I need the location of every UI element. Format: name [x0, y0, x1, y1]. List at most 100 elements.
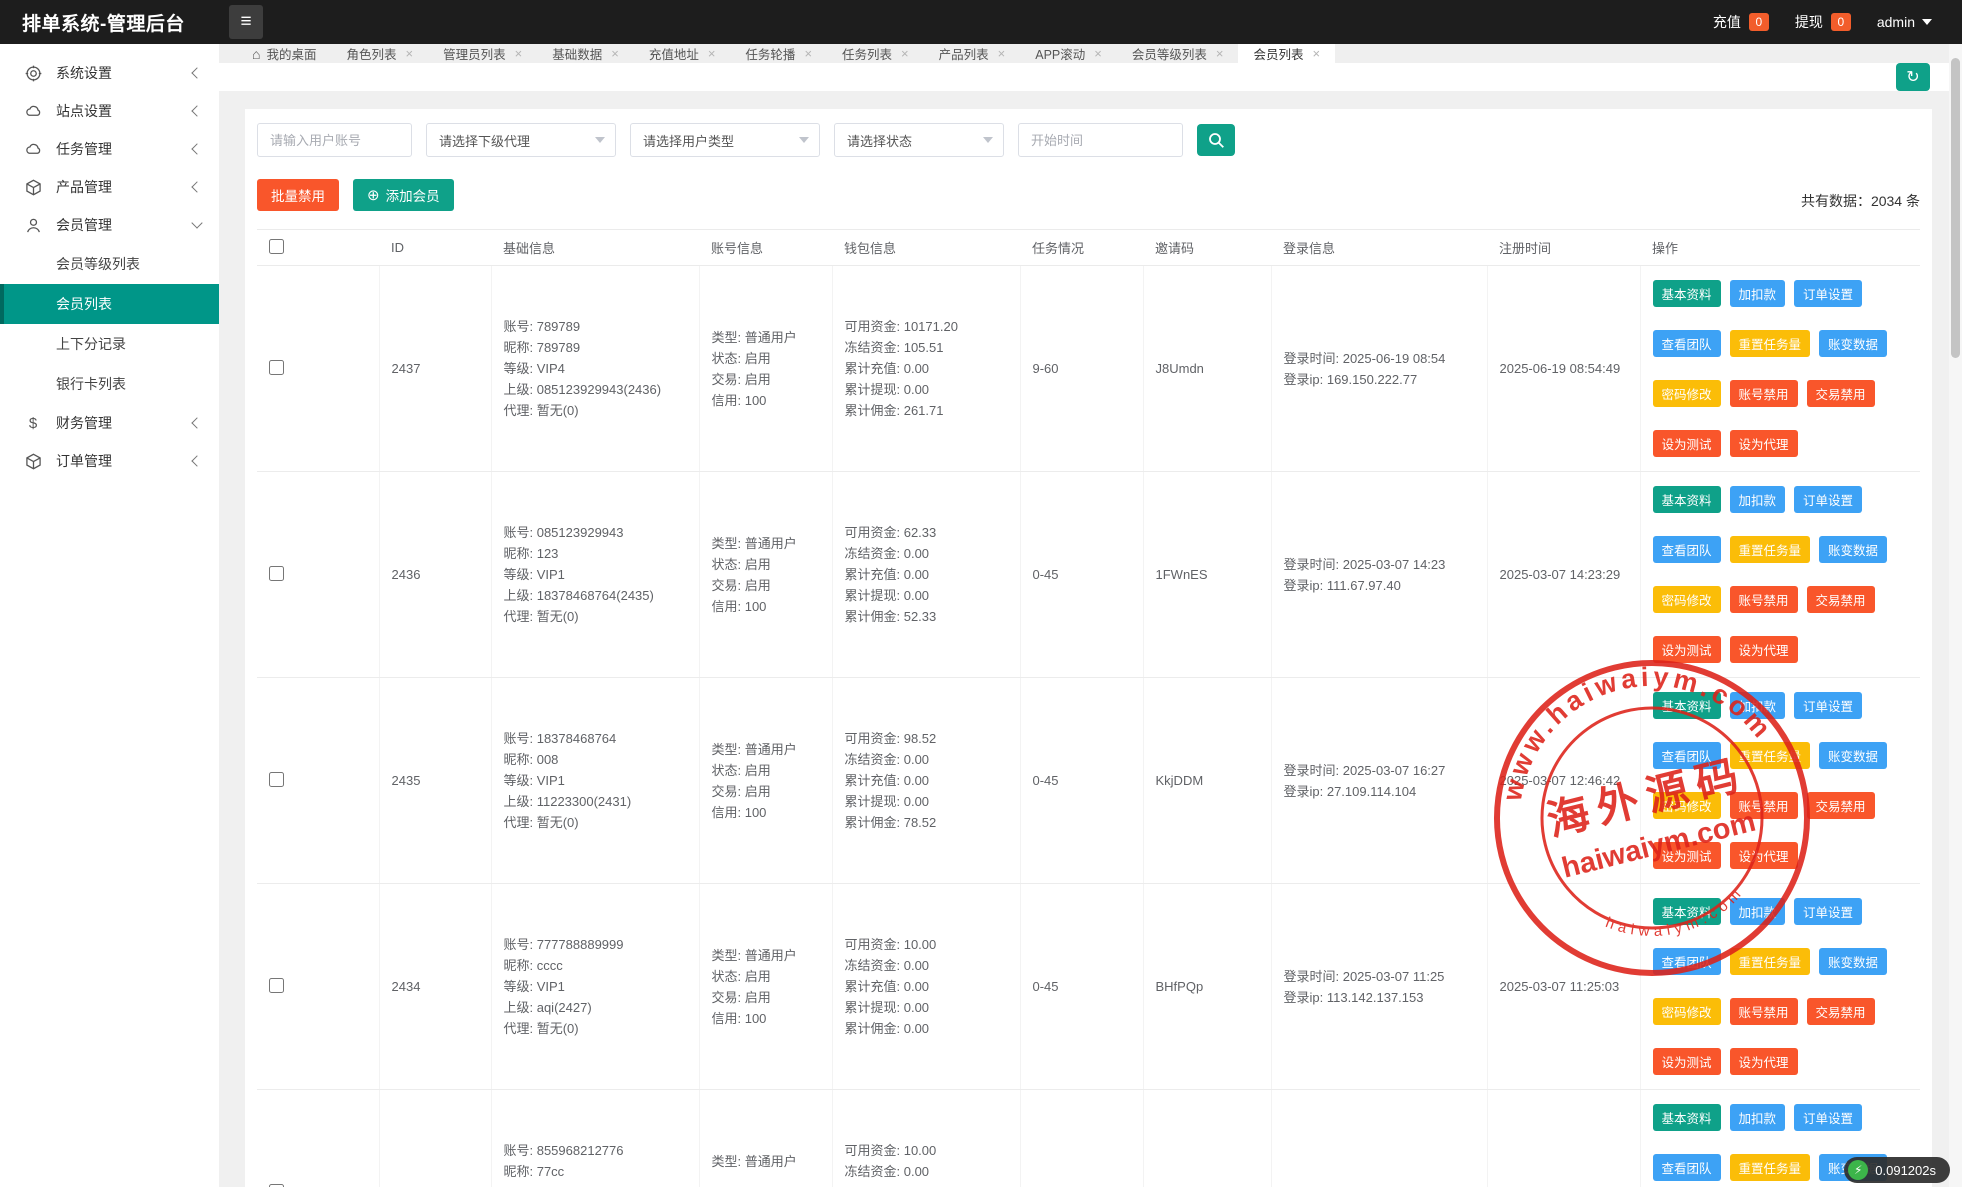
close-icon[interactable]: × [1312, 46, 1320, 61]
row-action-button[interactable]: 加扣款 [1730, 692, 1786, 719]
row-action-button[interactable]: 查看团队 [1653, 948, 1721, 975]
row-action-button[interactable]: 密码修改 [1653, 380, 1721, 407]
start-time-input[interactable] [1018, 123, 1183, 157]
sidebar-subitem[interactable]: 会员列表 [0, 284, 219, 324]
row-action-button[interactable]: 查看团队 [1653, 536, 1721, 563]
row-action-button[interactable]: 基本资料 [1653, 486, 1721, 513]
row-action-button[interactable]: 基本资料 [1653, 692, 1721, 719]
row-action-button[interactable]: 重置任务量 [1730, 536, 1811, 563]
row-action-button[interactable]: 账号禁用 [1730, 998, 1798, 1025]
row-action-button[interactable]: 账号禁用 [1730, 792, 1798, 819]
tab[interactable]: 会员列表 × [1238, 44, 1335, 63]
tab[interactable]: 基础数据 × [537, 44, 634, 63]
row-action-button[interactable]: 重置任务量 [1730, 742, 1811, 769]
row-action-button[interactable]: 基本资料 [1653, 898, 1721, 925]
close-icon[interactable]: × [611, 46, 619, 61]
user-type-select[interactable]: 请选择用户类型 [630, 123, 820, 157]
close-icon[interactable]: × [1216, 46, 1224, 61]
select-all-checkbox[interactable] [269, 239, 284, 254]
row-action-button[interactable]: 设为代理 [1730, 430, 1798, 457]
row-action-button[interactable]: 查看团队 [1653, 330, 1721, 357]
hamburger-menu-icon[interactable]: ≡ [229, 5, 263, 39]
tab[interactable]: 角色列表 × [331, 44, 428, 63]
admin-user-menu[interactable]: admin [1877, 14, 1932, 30]
row-action-button[interactable]: 加扣款 [1730, 486, 1786, 513]
row-action-button[interactable]: 账号禁用 [1730, 380, 1798, 407]
scrollbar-thumb[interactable] [1951, 58, 1960, 358]
sidebar-subitem[interactable]: 银行卡列表 [0, 364, 219, 404]
close-icon[interactable]: × [998, 46, 1006, 61]
tab[interactable]: ⌂ 我的桌面 [237, 44, 331, 63]
tab[interactable]: 任务列表 × [827, 44, 924, 63]
recharge-link[interactable]: 充值 0 [1713, 12, 1769, 32]
row-action-button[interactable]: 加扣款 [1730, 1104, 1786, 1131]
row-action-button[interactable]: 重置任务量 [1730, 948, 1811, 975]
row-action-button[interactable]: 密码修改 [1653, 586, 1721, 613]
row-action-button[interactable]: 订单设置 [1794, 486, 1862, 513]
sidebar-item[interactable]: 任务管理 [0, 130, 219, 168]
sidebar-item[interactable]: 系统设置 [0, 54, 219, 92]
scrollbar-track[interactable] [1949, 44, 1962, 1187]
row-action-button[interactable]: 加扣款 [1730, 898, 1786, 925]
row-action-button[interactable]: 交易禁用 [1807, 380, 1875, 407]
close-icon[interactable]: × [708, 46, 716, 61]
row-action-button[interactable]: 密码修改 [1653, 998, 1721, 1025]
status-select[interactable]: 请选择状态 [834, 123, 1004, 157]
close-icon[interactable]: × [901, 46, 909, 61]
tab[interactable]: 产品列表 × [924, 44, 1021, 63]
sidebar-subitem[interactable]: 会员等级列表 [0, 244, 219, 284]
row-action-button[interactable]: 重置任务量 [1730, 1154, 1811, 1181]
bulk-disable-button[interactable]: 批量禁用 [257, 179, 339, 211]
tab[interactable]: 充值地址 × [634, 44, 731, 63]
close-icon[interactable]: × [804, 46, 812, 61]
row-action-button[interactable]: 账变数据 [1819, 742, 1887, 769]
tab[interactable]: APP滚动 × [1020, 44, 1117, 63]
row-action-button[interactable]: 查看团队 [1653, 1154, 1721, 1181]
row-action-button[interactable]: 订单设置 [1794, 280, 1862, 307]
row-action-button[interactable]: 设为代理 [1730, 636, 1798, 663]
close-icon[interactable]: × [406, 46, 414, 61]
tab[interactable]: 管理员列表 × [428, 44, 537, 63]
account-search-input[interactable] [257, 123, 412, 157]
row-action-button[interactable]: 账变数据 [1819, 536, 1887, 563]
close-icon[interactable]: × [1094, 46, 1102, 61]
add-member-button[interactable]: ⊕ 添加会员 [353, 179, 454, 211]
sidebar-item[interactable]: $ 财务管理 [0, 404, 219, 442]
close-icon[interactable]: × [515, 46, 523, 61]
sidebar-item[interactable]: 会员管理 [0, 206, 219, 244]
row-action-button[interactable]: 交易禁用 [1807, 792, 1875, 819]
row-action-button[interactable]: 基本资料 [1653, 280, 1721, 307]
row-action-button[interactable]: 交易禁用 [1807, 586, 1875, 613]
search-button[interactable] [1197, 124, 1235, 156]
row-action-button[interactable]: 设为测试 [1653, 636, 1721, 663]
sidebar-subitem[interactable]: 上下分记录 [0, 324, 219, 364]
row-checkbox[interactable] [269, 566, 284, 581]
row-action-button[interactable]: 基本资料 [1653, 1104, 1721, 1131]
row-action-button[interactable]: 设为测试 [1653, 430, 1721, 457]
row-action-button[interactable]: 设为代理 [1730, 842, 1798, 869]
row-action-button[interactable]: 设为测试 [1653, 1048, 1721, 1075]
sidebar-item[interactable]: 产品管理 [0, 168, 219, 206]
row-action-button[interactable]: 账号禁用 [1730, 586, 1798, 613]
row-action-button[interactable]: 账变数据 [1819, 948, 1887, 975]
agent-select[interactable]: 请选择下级代理 [426, 123, 616, 157]
row-action-button[interactable]: 账变数据 [1819, 330, 1887, 357]
row-action-button[interactable]: 订单设置 [1794, 898, 1862, 925]
row-checkbox[interactable] [269, 978, 284, 993]
row-action-button[interactable]: 查看团队 [1653, 742, 1721, 769]
row-action-button[interactable]: 加扣款 [1730, 280, 1786, 307]
tab[interactable]: 会员等级列表 × [1117, 44, 1239, 63]
row-action-button[interactable]: 交易禁用 [1807, 998, 1875, 1025]
row-action-button[interactable]: 重置任务量 [1730, 330, 1811, 357]
sidebar-item[interactable]: 订单管理 [0, 442, 219, 480]
row-checkbox[interactable] [269, 772, 284, 787]
row-action-button[interactable]: 设为代理 [1730, 1048, 1798, 1075]
withdraw-link[interactable]: 提现 0 [1795, 12, 1851, 32]
refresh-icon[interactable]: ↻ [1896, 63, 1930, 91]
tab[interactable]: 任务轮播 × [730, 44, 827, 63]
row-checkbox[interactable] [269, 360, 284, 375]
sidebar-item[interactable]: 站点设置 [0, 92, 219, 130]
row-action-button[interactable]: 订单设置 [1794, 1104, 1862, 1131]
row-action-button[interactable]: 订单设置 [1794, 692, 1862, 719]
row-action-button[interactable]: 密码修改 [1653, 792, 1721, 819]
